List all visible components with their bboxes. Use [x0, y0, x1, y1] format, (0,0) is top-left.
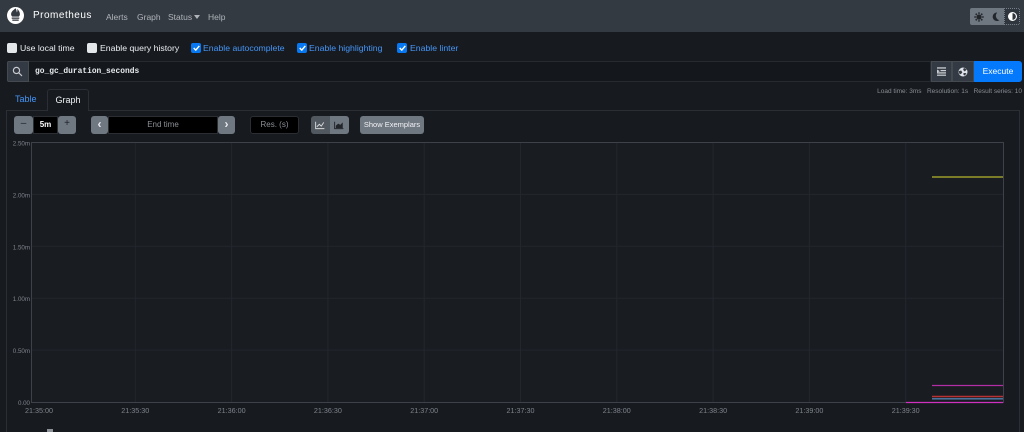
svg-text:0.50m: 0.50m [13, 348, 30, 355]
svg-text:21:36:00: 21:36:00 [218, 406, 246, 415]
svg-text:2.00m: 2.00m [13, 192, 30, 199]
svg-text:21:36:30: 21:36:30 [314, 406, 342, 415]
svg-text:21:38:00: 21:38:00 [603, 406, 631, 415]
svg-text:21:35:30: 21:35:30 [121, 406, 149, 415]
svg-text:21:35:00: 21:35:00 [25, 406, 53, 415]
svg-text:1.00m: 1.00m [13, 296, 30, 303]
svg-text:21:39:00: 21:39:00 [795, 406, 823, 415]
svg-text:21:38:30: 21:38:30 [699, 406, 727, 415]
svg-text:2.50m: 2.50m [13, 141, 30, 148]
svg-text:1.50m: 1.50m [13, 244, 30, 251]
svg-text:21:37:00: 21:37:00 [410, 406, 438, 415]
svg-text:21:37:30: 21:37:30 [507, 406, 535, 415]
svg-text:21:39:30: 21:39:30 [892, 406, 920, 415]
